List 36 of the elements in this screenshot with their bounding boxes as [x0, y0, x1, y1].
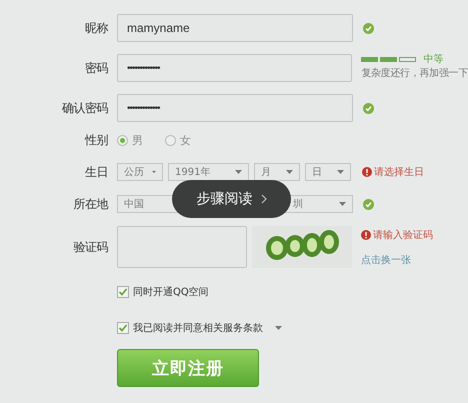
strength-meter: 中等	[361, 52, 468, 66]
error-message: 请选择生日	[362, 165, 424, 179]
register-button[interactable]: 立即注册	[117, 349, 259, 387]
field-label: 生日	[84, 164, 108, 180]
dropdown[interactable]: 日	[305, 163, 351, 181]
chevron-right-icon	[260, 194, 266, 204]
captcha-field[interactable]	[117, 226, 247, 268]
error-icon	[362, 167, 372, 177]
checkbox[interactable]	[117, 286, 129, 298]
field-label: 密码	[84, 60, 108, 76]
field-label: 昵称	[84, 20, 108, 36]
error-message: 请输入验证码	[361, 228, 433, 242]
field-label: 性别	[84, 132, 108, 148]
caret-icon	[152, 170, 156, 174]
field-label: 确认密码	[61, 100, 108, 116]
radio-option[interactable]: 男	[117, 132, 143, 148]
error-icon	[361, 230, 371, 240]
field-label: 所在地	[72, 196, 108, 212]
dropdown[interactable]: 公历	[117, 163, 163, 181]
caret-icon	[339, 202, 346, 206]
refresh-link[interactable]: 点击换一张	[361, 253, 433, 267]
dropdown[interactable]: 1991年	[168, 163, 249, 181]
checkbox-label: 我已阅读并同意相关服务条款	[133, 322, 263, 335]
password-field[interactable]: •••••••••••••	[117, 94, 353, 122]
caret-icon	[337, 170, 344, 174]
caret-icon	[235, 170, 242, 174]
input-field[interactable]: mamyname	[117, 14, 353, 42]
step-reading-toast[interactable]: 步骤阅读	[172, 180, 291, 218]
radio-option[interactable]: 女	[165, 132, 191, 148]
password-hint: 复杂度还行，再加强一下	[361, 66, 468, 80]
dropdown[interactable]: 月	[254, 163, 300, 181]
checkbox-label: 同时开通QQ空间	[133, 286, 209, 299]
checkbox[interactable]	[117, 322, 129, 334]
password-field[interactable]: •••••••••••••	[117, 54, 352, 82]
field-label: 验证码	[72, 239, 108, 256]
caret-icon	[286, 170, 293, 174]
